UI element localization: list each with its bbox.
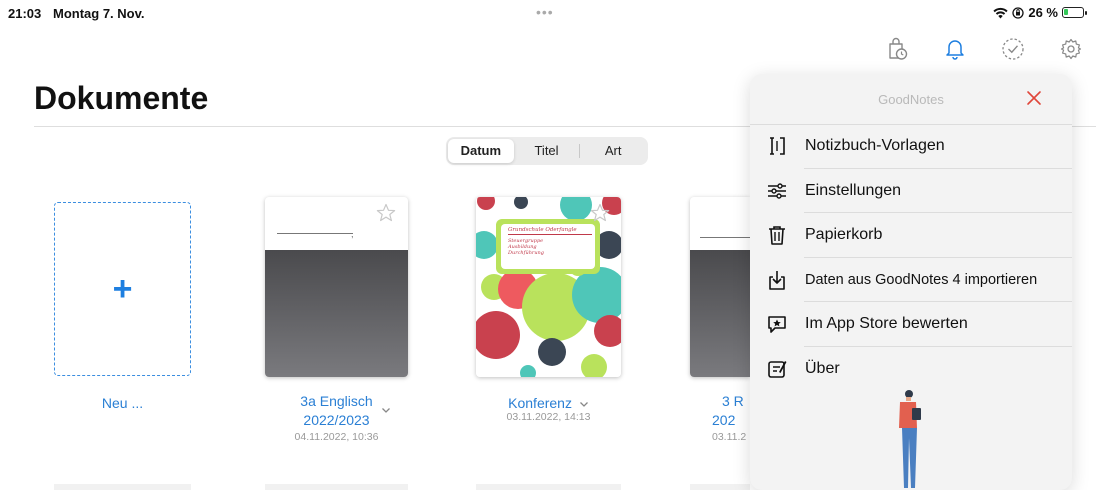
document-cover-konferenz[interactable]: Grundschule Oderfangle Steuergruppe Ausb…	[476, 197, 621, 377]
document-date-partial: 03.11.2	[712, 431, 747, 443]
bell-icon[interactable]	[942, 36, 968, 62]
favorite-star-icon[interactable]	[376, 203, 396, 223]
sort-option-titel[interactable]: Titel	[514, 139, 580, 163]
sort-segmented-control: Datum Titel Art	[446, 137, 648, 165]
cover-title-line	[700, 237, 750, 238]
rate-star-icon	[766, 313, 788, 335]
document-cover-partial[interactable]	[690, 197, 750, 377]
plus-icon: +	[112, 269, 133, 308]
menu-item-label: Notizbuch-Vorlagen	[805, 137, 945, 155]
document-cover-3a-englisch[interactable]: ,	[265, 197, 408, 377]
document-stub	[476, 484, 621, 490]
document-title-text: Konferenz	[508, 395, 572, 411]
gear-icon[interactable]	[1058, 36, 1084, 62]
document-stub	[54, 484, 191, 490]
sort-option-datum[interactable]: Datum	[448, 139, 514, 163]
close-icon[interactable]	[1024, 88, 1044, 108]
menu-item-notizbuch-vorlagen[interactable]: Notizbuch-Vorlagen	[750, 124, 1072, 169]
notebook-template-icon	[766, 135, 788, 157]
shopping-bag-clock-icon[interactable]	[884, 36, 910, 62]
menu-item-label: Daten aus GoodNotes 4 importieren	[805, 271, 1038, 288]
battery-icon	[1062, 7, 1087, 18]
menu-item-ueber[interactable]: Über	[750, 347, 1072, 392]
menu-item-label: Einstellungen	[805, 181, 902, 199]
cover-note: Grundschule Oderfangle Steuergruppe Ausb…	[508, 227, 592, 256]
page-title: Dokumente	[34, 80, 209, 116]
document-stub	[690, 484, 750, 490]
menu-item-papierkorb[interactable]: Papierkorb	[750, 213, 1072, 258]
menu-item-label: Über	[805, 359, 840, 377]
check-circle-icon[interactable]	[1000, 36, 1026, 62]
import-icon	[766, 269, 788, 291]
menu-item-label: Im App Store bewerten	[805, 315, 968, 333]
document-title-partial[interactable]: 3 R 202	[690, 392, 750, 430]
toolbar	[884, 36, 1084, 62]
new-document-label[interactable]: Neu ...	[54, 394, 191, 413]
document-stub	[265, 484, 408, 490]
wifi-icon	[993, 7, 1008, 18]
sliders-icon	[766, 180, 788, 202]
cover-note-line: Durchführung	[508, 250, 544, 256]
status-date: Montag 7. Nov.	[53, 6, 145, 21]
cover-title-line	[277, 233, 353, 234]
document-date-konferenz: 03.11.2022, 14:13	[506, 411, 591, 423]
polka-dot-cover-art	[476, 197, 621, 377]
panel-header: GoodNotes	[750, 74, 1072, 124]
battery-percent: 26 %	[1028, 5, 1058, 20]
reading-person-illustration	[899, 390, 921, 488]
cover-dark-panel	[265, 250, 408, 377]
menu-item-label: Papierkorb	[805, 226, 883, 244]
status-bar: 21:03 Montag 7. Nov. ••• 26 %	[0, 0, 1096, 26]
status-time: 21:03	[8, 6, 42, 21]
about-icon	[766, 358, 788, 380]
menu-item-einstellungen[interactable]: Einstellungen	[750, 169, 1072, 214]
document-title-line2: 202	[712, 412, 736, 428]
battery-fill	[1064, 9, 1068, 15]
cover-note-heading: Grundschule Oderfangle	[508, 227, 592, 235]
goodnotes-menu-panel: GoodNotes Notizbuch-Vorlagen Einstellung…	[750, 74, 1072, 490]
menu-list: Notizbuch-Vorlagen Einstellungen Papierk…	[750, 124, 1072, 391]
document-title-line1: 3 R	[722, 393, 744, 409]
menu-item-import[interactable]: Daten aus GoodNotes 4 importieren	[750, 258, 1072, 303]
cover-dark-panel	[690, 250, 750, 377]
trash-icon	[766, 224, 788, 246]
cover-mark: ,	[351, 229, 354, 239]
new-document-button[interactable]: +	[54, 202, 191, 376]
menu-item-app-store-bewerten[interactable]: Im App Store bewerten	[750, 302, 1072, 347]
chevron-down-icon[interactable]	[381, 407, 391, 414]
favorite-star-icon[interactable]	[590, 203, 610, 223]
sort-option-art[interactable]: Art	[580, 139, 646, 163]
screen-lock-icon	[1012, 6, 1025, 19]
chevron-down-icon[interactable]	[579, 401, 589, 408]
status-right: 26 %	[993, 5, 1087, 20]
multitask-indicator[interactable]: •••	[536, 4, 554, 20]
document-date-3a-englisch: 04.11.2022, 10:36	[294, 431, 379, 443]
